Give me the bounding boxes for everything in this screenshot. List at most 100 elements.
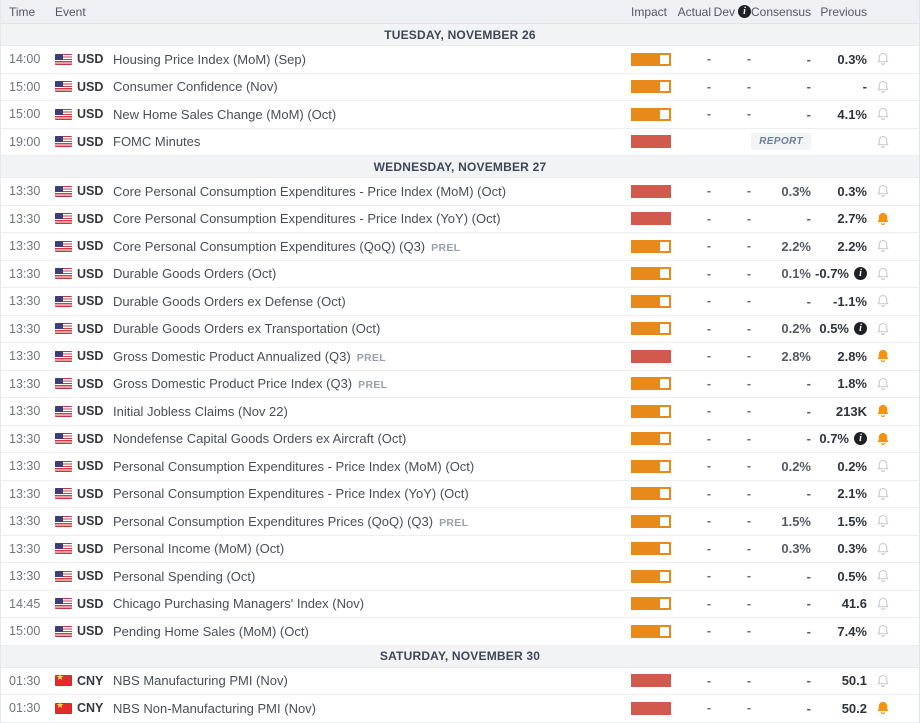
event-row[interactable]: 13:30USDPersonal Consumption Expenditure… [1,453,919,481]
event-name: Gross Domestic Product Annualized (Q3)PR… [113,349,631,364]
event-name: Personal Spending (Oct) [113,569,631,584]
report-badge[interactable]: REPORT [751,133,811,150]
bell-filled-icon[interactable] [867,431,911,447]
deviation-value: - [711,624,751,638]
consensus-value: - [751,52,811,67]
bell-outline-icon[interactable] [867,673,911,689]
flag-cell [55,136,77,147]
consensus-value: - [751,107,811,122]
bell-outline-icon[interactable] [867,321,911,337]
currency-code: USD [77,597,113,611]
event-row[interactable]: 13:30USDGross Domestic Product Annualize… [1,343,919,371]
bell-filled-icon[interactable] [867,348,911,364]
deviation-value: - [711,80,751,94]
actual-value: - [673,349,711,363]
actual-value: - [673,404,711,418]
bell-outline-icon[interactable] [867,238,911,254]
bell-filled-icon[interactable] [867,211,911,227]
flag-cell [55,571,77,582]
event-row[interactable]: 13:30USDPersonal Consumption Expenditure… [1,508,919,536]
flag-cell [55,675,77,686]
deviation-value: - [711,322,751,336]
event-name: NBS Non-Manufacturing PMI (Nov) [113,701,631,716]
bell-outline-icon[interactable] [867,293,911,309]
bell-outline-icon[interactable] [867,376,911,392]
bell-filled-icon[interactable] [867,403,911,419]
bell-outline-icon[interactable] [867,79,911,95]
event-row[interactable]: 19:00USDFOMC MinutesREPORT [1,129,919,157]
actual-value: - [673,514,711,528]
bell-outline-icon[interactable] [867,458,911,474]
impact-medium-indicator [631,460,671,473]
bell-outline-icon[interactable] [867,106,911,122]
event-row[interactable]: 13:30USDDurable Goods Orders ex Defense … [1,288,919,316]
event-row[interactable]: 13:30USDPersonal Income (MoM) (Oct)--0.3… [1,536,919,564]
consensus-value: - [751,624,811,639]
event-row[interactable]: 13:30USDDurable Goods Orders (Oct)--0.1%… [1,261,919,289]
day-header: WEDNESDAY, NOVEMBER 27 [1,156,919,178]
actual-value: - [673,624,711,638]
info-icon[interactable]: i [854,267,867,280]
impact-high-indicator [631,185,671,198]
event-row[interactable]: 14:00USDHousing Price Index (MoM) (Sep)-… [1,46,919,74]
previous-value-text: 0.5% [837,569,867,584]
bell-outline-icon[interactable] [867,486,911,502]
impact-medium-indicator [631,625,671,638]
event-row[interactable]: 15:00USDPending Home Sales (MoM) (Oct)--… [1,618,919,646]
flag-cell [55,378,77,389]
bell-outline-icon[interactable] [867,541,911,557]
bell-outline-icon[interactable] [867,623,911,639]
bell-filled-icon[interactable] [867,700,911,716]
event-row[interactable]: 13:30USDCore Personal Consumption Expend… [1,206,919,234]
impact-cell [631,53,673,66]
event-time: 13:30 [9,542,55,556]
event-name-text: Personal Consumption Expenditures Prices… [113,514,433,529]
flag-cell [55,626,77,637]
actual-value: - [673,569,711,583]
info-icon[interactable]: i [854,432,867,445]
event-name: Personal Consumption Expenditures - Pric… [113,486,631,501]
consensus-value: - [751,211,811,226]
impact-high-indicator [631,350,671,363]
calendar-column-header: Time Event Impact Actual Dev i Consensus… [1,0,919,24]
flag-cell [55,186,77,197]
event-row[interactable]: 13:30USDNondefense Capital Goods Orders … [1,426,919,454]
bell-outline-icon[interactable] [867,134,911,150]
event-row[interactable]: 01:30CNYNBS Non-Manufacturing PMI (Nov)-… [1,695,919,723]
info-circle-icon[interactable]: i [738,5,751,18]
previous-value-text: 0.3% [837,184,867,199]
event-row[interactable]: 15:00USDConsumer Confidence (Nov)---- [1,74,919,102]
event-row[interactable]: 01:30CNYNBS Manufacturing PMI (Nov)---50… [1,668,919,696]
impact-cell [631,240,673,253]
event-row[interactable]: 13:30USDInitial Jobless Claims (Nov 22)-… [1,398,919,426]
calendar-rows: TUESDAY, NOVEMBER 2614:00USDHousing Pric… [1,24,919,723]
event-row[interactable]: 13:30USDCore Personal Consumption Expend… [1,178,919,206]
event-row[interactable]: 13:30USDPersonal Spending (Oct)---0.5% [1,563,919,591]
event-time: 13:30 [9,349,55,363]
event-row[interactable]: 13:30USDCore Personal Consumption Expend… [1,233,919,261]
flag-cell [55,461,77,472]
event-name-text: Durable Goods Orders (Oct) [113,266,276,281]
event-row[interactable]: 13:30USDDurable Goods Orders ex Transpor… [1,316,919,344]
currency-code: USD [77,404,113,418]
previous-value-text: 4.1% [837,107,867,122]
impact-cell [631,487,673,500]
bell-outline-icon[interactable] [867,596,911,612]
bell-outline-icon[interactable] [867,266,911,282]
bell-outline-icon[interactable] [867,513,911,529]
bell-outline-icon[interactable] [867,183,911,199]
bell-outline-icon[interactable] [867,568,911,584]
us-flag-icon [55,109,72,120]
event-row[interactable]: 13:30USDGross Domestic Product Price Ind… [1,371,919,399]
consensus-value: 0.2% [751,321,811,336]
consensus-value: - [751,294,811,309]
event-row[interactable]: 15:00USDNew Home Sales Change (MoM) (Oct… [1,101,919,129]
info-icon[interactable]: i [854,322,867,335]
us-flag-icon [55,268,72,279]
impact-cell [631,432,673,445]
event-row[interactable]: 13:30USDPersonal Consumption Expenditure… [1,481,919,509]
bell-outline-icon[interactable] [867,51,911,67]
event-name: New Home Sales Change (MoM) (Oct) [113,107,631,122]
event-row[interactable]: 14:45USDChicago Purchasing Managers' Ind… [1,591,919,619]
us-flag-icon [55,296,72,307]
